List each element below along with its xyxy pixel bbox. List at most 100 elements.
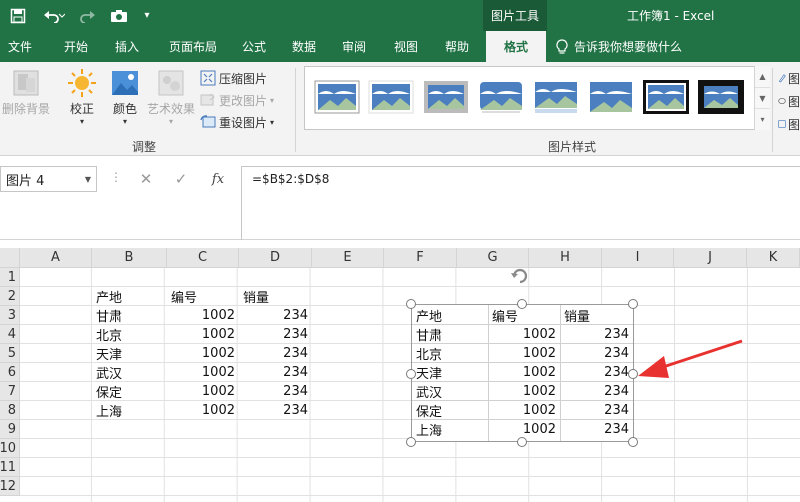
style-thumb-3[interactable] — [423, 80, 469, 114]
column-header[interactable]: H — [529, 248, 602, 268]
table-cell[interactable]: 甘肃 — [92, 306, 126, 325]
select-all-corner[interactable] — [0, 248, 20, 268]
table-cell[interactable]: 1002 — [167, 325, 239, 344]
customize-toolbar-icon[interactable]: ▾ — [138, 0, 156, 31]
tab-help[interactable]: 帮助 — [436, 31, 478, 62]
column-header[interactable]: D — [239, 248, 312, 268]
worksheet-grid[interactable]: A B C D E F G H I J K 1 2 3 4 5 6 7 8 9 … — [0, 248, 800, 502]
style-thumb-6[interactable] — [588, 80, 634, 114]
table-cell[interactable]: 1002 — [167, 382, 239, 401]
table-cell[interactable]: 上海 — [92, 401, 126, 420]
row-header[interactable]: 6 — [0, 363, 20, 382]
row-header[interactable]: 2 — [0, 287, 20, 306]
table-cell[interactable]: 1002 — [167, 401, 239, 420]
cancel-icon[interactable]: ✕ — [131, 166, 161, 192]
table-cell[interactable]: 234 — [239, 382, 312, 401]
change-picture-button[interactable]: 更改图片 ▾ — [200, 90, 274, 110]
table-cell[interactable]: 天津 — [92, 344, 126, 363]
row-header[interactable]: 9 — [0, 420, 20, 439]
gallery-scroll[interactable]: ▲ ▼ ▾ — [754, 66, 770, 130]
table-cell[interactable]: 保定 — [92, 382, 126, 401]
style-thumb-5[interactable] — [533, 80, 579, 114]
remove-background-button[interactable]: 删除背景 — [0, 66, 52, 126]
table-cell[interactable]: 234 — [239, 363, 312, 382]
resize-handle[interactable] — [406, 299, 416, 309]
name-box[interactable]: 图片 4 ▼ — [0, 166, 97, 192]
resize-handle[interactable] — [406, 437, 416, 447]
row-header[interactable]: 8 — [0, 401, 20, 420]
resize-handle[interactable] — [517, 437, 527, 447]
compress-pictures-button[interactable]: 压缩图片 — [200, 68, 267, 88]
tab-data[interactable]: 数据 — [283, 31, 325, 62]
camera-icon[interactable] — [106, 0, 132, 31]
style-thumb-7[interactable] — [643, 80, 689, 114]
row-header[interactable]: 5 — [0, 344, 20, 363]
row-header[interactable]: 12 — [0, 477, 20, 496]
tab-format[interactable]: 格式 — [486, 31, 546, 62]
table-cell[interactable]: 234 — [239, 325, 312, 344]
tab-view[interactable]: 视图 — [386, 31, 426, 62]
redo-icon[interactable] — [74, 0, 104, 31]
style-thumb-4[interactable] — [478, 80, 524, 114]
rotate-handle-icon[interactable] — [510, 264, 530, 284]
picture-border-button[interactable]: 图 — [778, 68, 800, 88]
resize-handle[interactable] — [628, 437, 638, 447]
corrections-button[interactable]: 校正 ▾ — [62, 66, 102, 126]
resize-dots[interactable]: ⋮ — [110, 170, 122, 184]
style-thumb-1[interactable] — [314, 80, 360, 114]
table-header-cell[interactable]: 编号 — [167, 287, 201, 306]
gallery-down-icon[interactable]: ▼ — [755, 88, 770, 110]
artistic-effects-button[interactable]: 艺术效果 ▾ — [146, 66, 196, 126]
gallery-up-icon[interactable]: ▲ — [755, 66, 770, 88]
picture-effects-button[interactable]: 图 — [778, 91, 800, 111]
row-header[interactable]: 10 — [0, 439, 20, 458]
undo-icon[interactable] — [38, 0, 70, 31]
save-icon[interactable] — [4, 0, 32, 31]
insert-function-icon[interactable]: fx — [203, 166, 233, 192]
resize-handle[interactable] — [628, 299, 638, 309]
tab-review[interactable]: 审阅 — [333, 31, 375, 62]
column-header[interactable]: C — [167, 248, 239, 268]
resize-handle[interactable] — [517, 299, 527, 309]
table-cell[interactable]: 1002 — [167, 363, 239, 382]
tab-home[interactable]: 开始 — [52, 31, 100, 62]
tab-formulas[interactable]: 公式 — [234, 31, 274, 62]
style-thumb-2[interactable] — [368, 80, 414, 114]
tab-file[interactable]: 文件 — [0, 31, 40, 62]
row-header[interactable]: 1 — [0, 268, 20, 287]
style-thumb-8[interactable] — [698, 80, 744, 114]
picture-layout-button[interactable]: 图 — [778, 114, 800, 134]
column-header[interactable]: F — [384, 248, 457, 268]
tab-page-layout[interactable]: 页面布局 — [160, 31, 226, 62]
table-cell[interactable]: 234 — [239, 306, 312, 325]
resize-handle[interactable] — [628, 369, 638, 379]
resize-handle[interactable] — [406, 369, 416, 379]
row-header[interactable]: 4 — [0, 325, 20, 344]
column-header[interactable]: E — [312, 248, 384, 268]
row-header[interactable]: 11 — [0, 458, 20, 477]
tell-me-search[interactable]: 告诉我你想要做什么 — [556, 31, 706, 62]
enter-icon[interactable]: ✓ — [166, 166, 196, 192]
column-header[interactable]: A — [20, 248, 92, 268]
tab-insert[interactable]: 插入 — [104, 31, 150, 62]
table-cell[interactable]: 234 — [239, 401, 312, 420]
table-header-cell[interactable]: 产地 — [92, 287, 126, 306]
table-cell[interactable]: 武汉 — [92, 363, 126, 382]
gallery-more-icon[interactable]: ▾ — [755, 109, 770, 130]
color-button[interactable]: 颜色 ▾ — [105, 66, 145, 126]
name-box-dropdown-icon[interactable]: ▼ — [85, 175, 91, 184]
reset-picture-button[interactable]: 重设图片 ▾ — [200, 112, 274, 132]
formula-input[interactable]: =$B$2:$D$8 — [241, 166, 800, 240]
column-header[interactable]: J — [674, 248, 747, 268]
column-header[interactable]: B — [92, 248, 167, 268]
column-header[interactable]: K — [747, 248, 800, 268]
table-cell[interactable]: 1002 — [167, 306, 239, 325]
table-cell[interactable]: 1002 — [167, 344, 239, 363]
table-header-cell[interactable]: 销量 — [239, 287, 273, 306]
column-header[interactable]: I — [602, 248, 674, 268]
linked-picture[interactable]: 产地 编号 销量 甘肃 1002 234 北京 1002 234 天津 1002… — [411, 304, 634, 442]
table-cell[interactable]: 北京 — [92, 325, 126, 344]
table-cell[interactable]: 234 — [239, 344, 312, 363]
row-header[interactable]: 7 — [0, 382, 20, 401]
row-header[interactable]: 3 — [0, 306, 20, 325]
